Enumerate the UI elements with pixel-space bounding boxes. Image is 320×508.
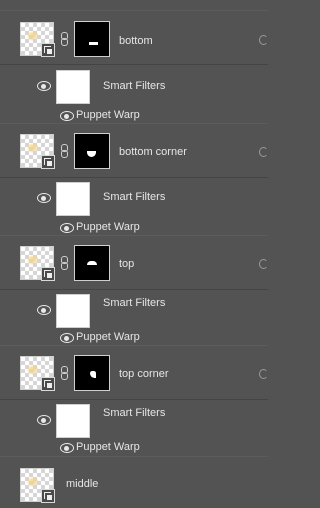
layer-effects-icon[interactable] xyxy=(259,35,268,45)
layer-mask-thumbnail[interactable] xyxy=(74,245,110,281)
layer-thumbnail[interactable] xyxy=(20,134,55,169)
eye-icon[interactable] xyxy=(37,305,51,315)
layers-panel: bottom Smart Filters Puppet Warp bottom … xyxy=(0,0,268,508)
chain-link-icon[interactable] xyxy=(61,32,68,46)
layer-name[interactable]: middle xyxy=(66,478,98,490)
smart-filters-row[interactable]: Smart Filters xyxy=(0,66,268,106)
smart-filters-label: Smart Filters xyxy=(103,407,166,419)
eye-icon[interactable] xyxy=(37,193,51,203)
smart-filters-thumbnail[interactable] xyxy=(56,404,90,438)
smart-filters-label: Smart Filters xyxy=(103,297,166,309)
layer-effects-icon[interactable] xyxy=(259,147,268,157)
filter-name[interactable]: Puppet Warp xyxy=(76,221,140,233)
layer-name[interactable]: top corner xyxy=(119,368,169,380)
smart-filters-thumbnail[interactable] xyxy=(56,70,90,104)
smart-filters-row[interactable]: Smart Filters xyxy=(0,178,268,218)
layer-row-bottom-corner[interactable]: bottom corner xyxy=(0,123,268,178)
chain-link-icon[interactable] xyxy=(61,256,68,270)
layer-row-top-corner[interactable]: top corner xyxy=(0,345,268,400)
eye-icon[interactable] xyxy=(37,415,51,425)
layer-name[interactable]: top xyxy=(119,258,134,270)
layer-row-middle[interactable]: middle xyxy=(0,456,268,508)
filter-name[interactable]: Puppet Warp xyxy=(76,109,140,121)
smart-filters-label: Smart Filters xyxy=(103,191,166,203)
eye-icon[interactable] xyxy=(60,111,74,121)
layer-thumbnail[interactable] xyxy=(20,468,55,503)
layer-mask-thumbnail[interactable] xyxy=(74,21,110,57)
filter-row-puppet-warp[interactable]: Puppet Warp xyxy=(0,219,268,235)
filter-row-puppet-warp[interactable]: Puppet Warp xyxy=(0,329,268,345)
layer-mask-thumbnail[interactable] xyxy=(74,355,110,391)
layer-name[interactable]: bottom corner xyxy=(119,146,187,158)
smart-object-badge-icon xyxy=(41,489,55,503)
smart-object-badge-icon xyxy=(41,377,55,391)
layer-thumbnail[interactable] xyxy=(20,246,55,281)
eye-icon[interactable] xyxy=(37,81,51,91)
smart-object-badge-icon xyxy=(41,267,55,281)
smart-filters-label: Smart Filters xyxy=(103,80,166,92)
smart-filters-thumbnail[interactable] xyxy=(56,294,90,328)
smart-object-badge-icon xyxy=(41,43,55,57)
layer-effects-icon[interactable] xyxy=(259,369,268,379)
layer-effects-icon[interactable] xyxy=(259,259,268,269)
smart-filters-thumbnail[interactable] xyxy=(56,182,90,216)
smart-filters-row[interactable]: Smart Filters xyxy=(0,290,268,330)
smart-object-badge-icon xyxy=(41,155,55,169)
chain-link-icon[interactable] xyxy=(61,366,68,380)
filter-name[interactable]: Puppet Warp xyxy=(76,441,140,453)
filter-row-puppet-warp[interactable]: Puppet Warp xyxy=(0,439,268,455)
layer-mask-thumbnail[interactable] xyxy=(74,133,110,169)
layer-thumbnail[interactable] xyxy=(20,356,55,391)
eye-icon[interactable] xyxy=(60,223,74,233)
layer-row-bottom[interactable]: bottom xyxy=(0,10,268,65)
smart-filters-row[interactable]: Smart Filters xyxy=(0,400,268,440)
filter-row-puppet-warp[interactable]: Puppet Warp xyxy=(0,107,268,123)
eye-icon[interactable] xyxy=(60,443,74,453)
layer-name[interactable]: bottom xyxy=(119,35,153,47)
eye-icon[interactable] xyxy=(60,333,74,343)
layer-row-top[interactable]: top xyxy=(0,235,268,290)
filter-name[interactable]: Puppet Warp xyxy=(76,331,140,343)
layer-thumbnail[interactable] xyxy=(20,22,55,57)
chain-link-icon[interactable] xyxy=(61,144,68,158)
